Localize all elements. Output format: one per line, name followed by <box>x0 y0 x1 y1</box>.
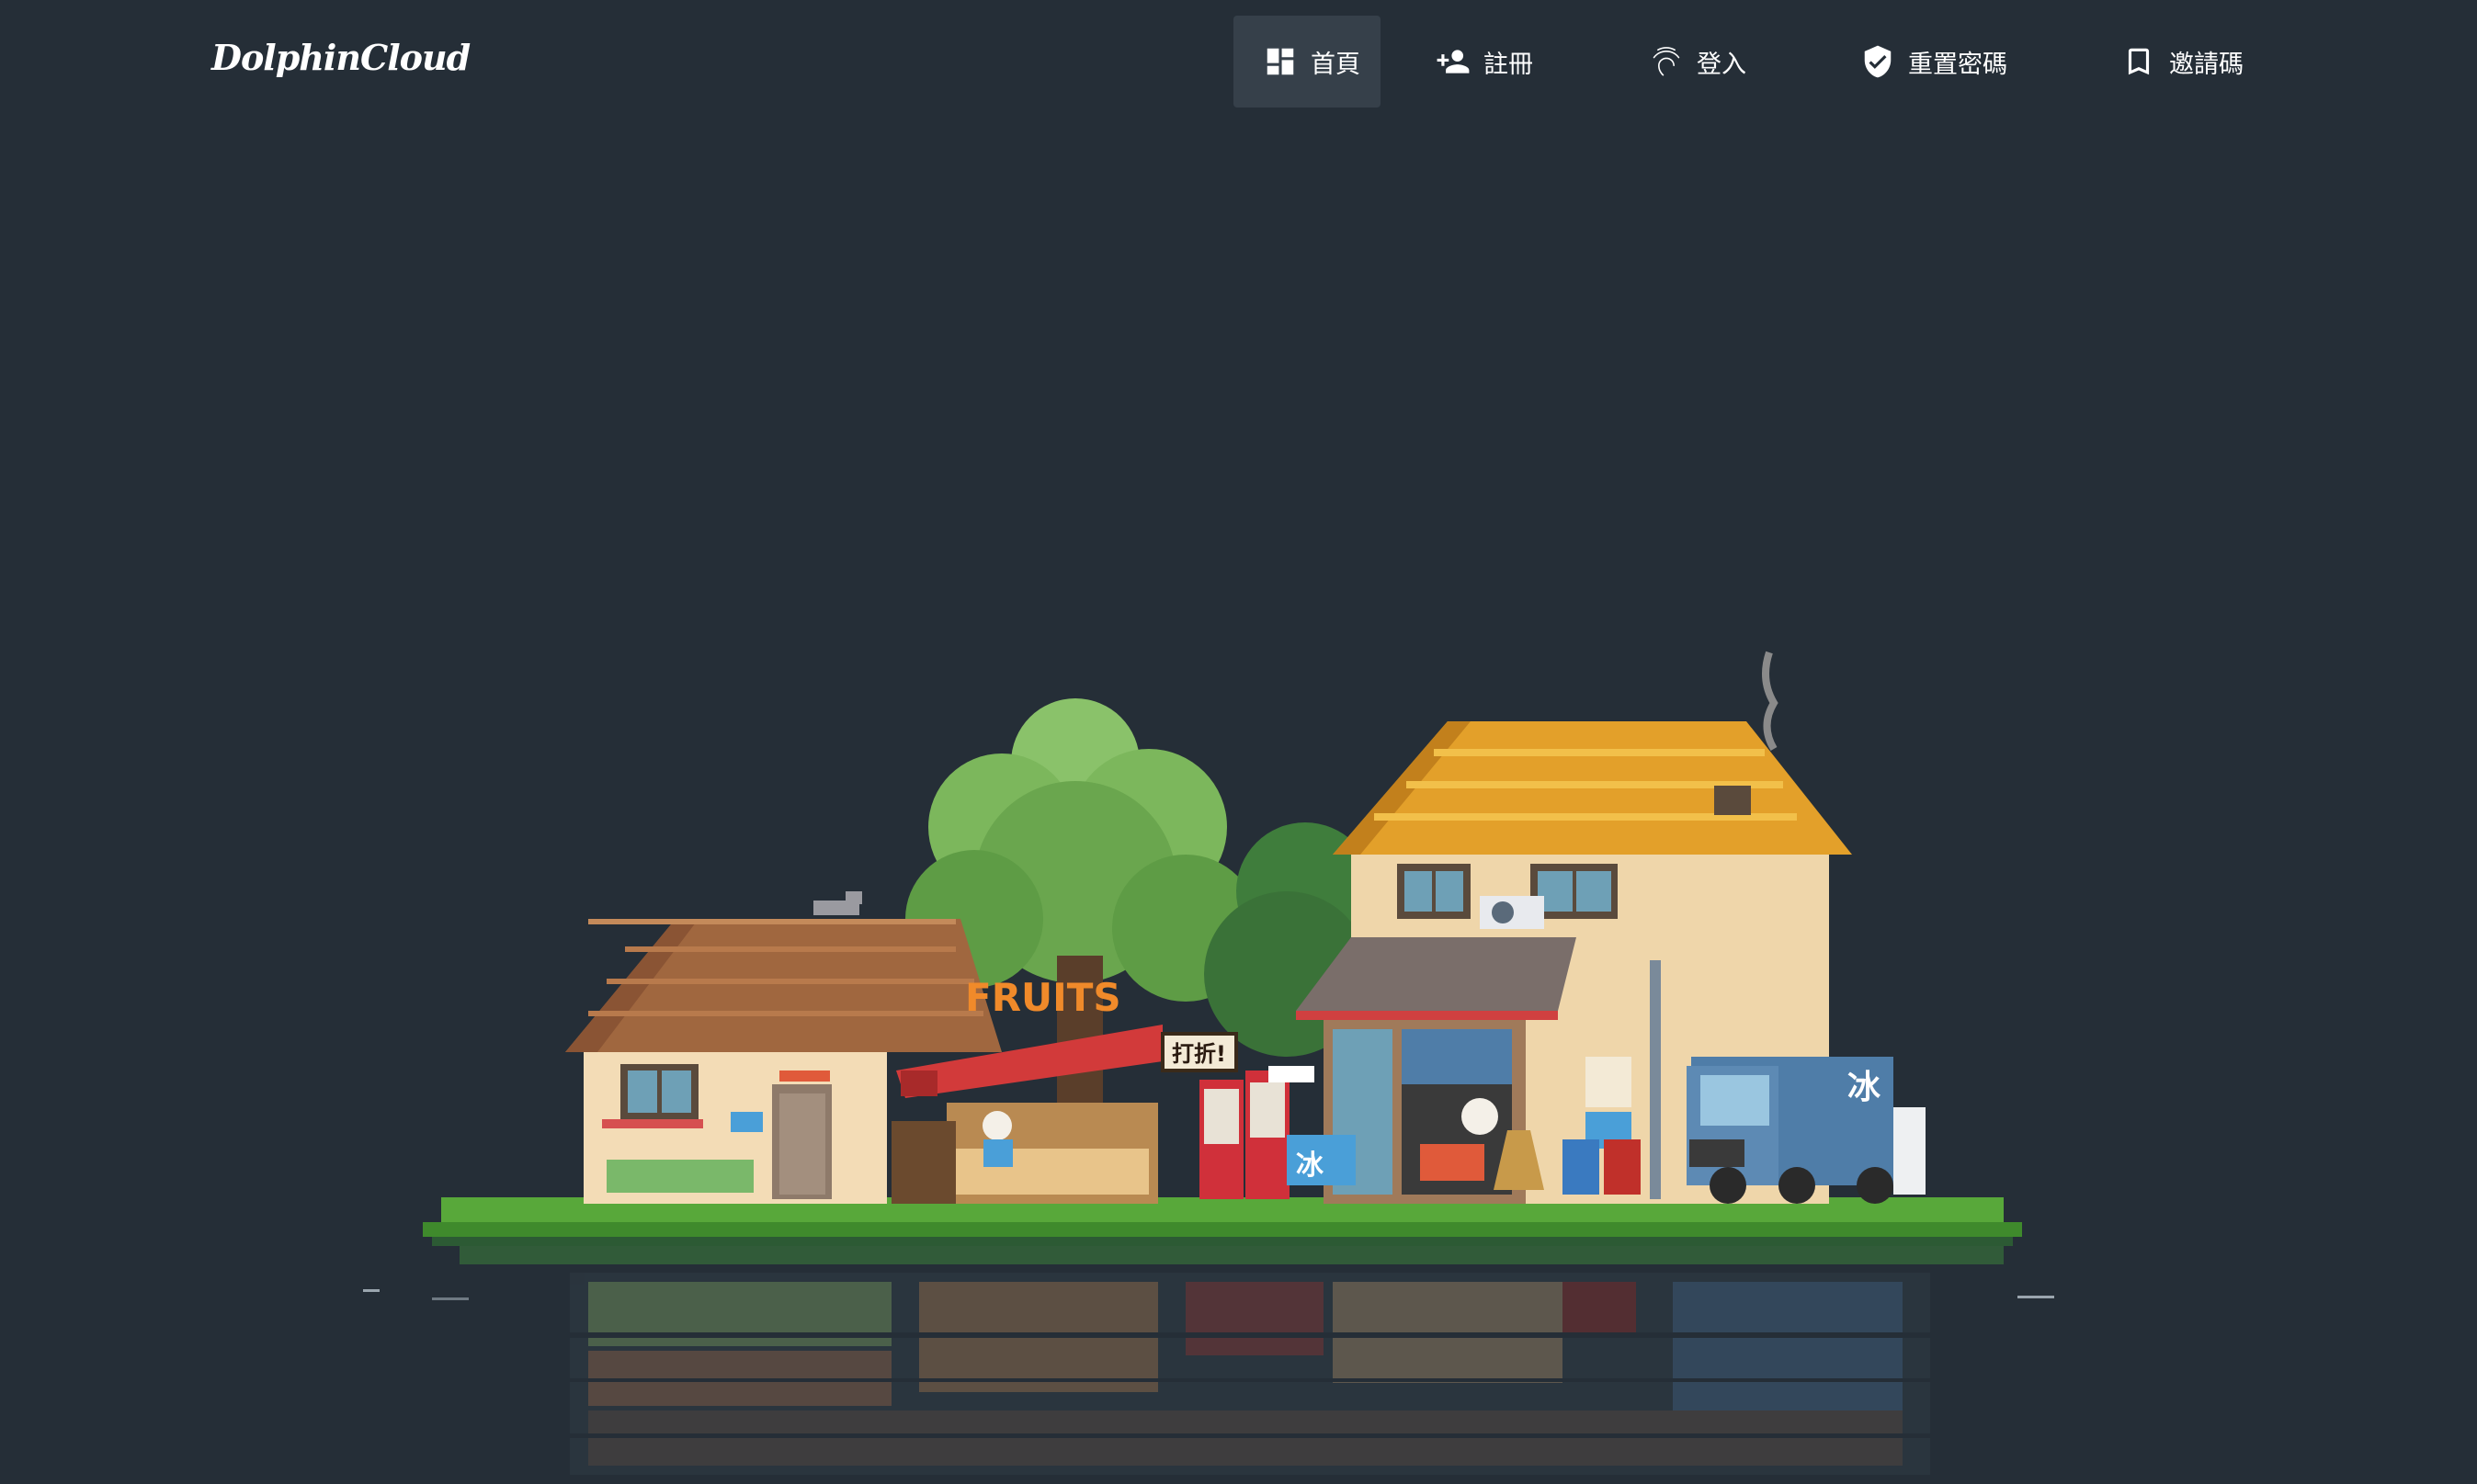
bookmark-icon <box>2121 44 2156 79</box>
nav-item-reset-password[interactable]: 重置密碼 <box>1860 16 2007 108</box>
nav-item-invite-code-label: 邀請碼 <box>2169 50 2244 79</box>
fruits-sign: FRUITS <box>965 975 1121 1020</box>
pixel-town-illustration: FRUITS 打折! 冰 冰 <box>363 651 2054 1475</box>
nav-item-home-label: 首頁 <box>1311 50 1360 79</box>
logo[interactable]: DolphinCloud <box>211 37 471 78</box>
top-navigation-bar: DolphinCloud 首頁 註冊 登入 重置密碼 邀請碼 <box>0 0 2477 123</box>
main-nav: 首頁 註冊 登入 重置密碼 邀請碼 <box>1233 16 2244 152</box>
person-add-icon <box>1436 44 1471 79</box>
nav-item-reset-password-label: 重置密碼 <box>1908 50 2007 79</box>
shield-check-icon <box>1860 44 1895 79</box>
nav-item-login-label: 登入 <box>1697 50 1746 79</box>
nav-item-register[interactable]: 註冊 <box>1436 16 1533 108</box>
nav-item-invite-code[interactable]: 邀請碼 <box>2121 16 2244 108</box>
dashboard-icon <box>1263 44 1298 79</box>
ice-label: 冰 <box>1296 1150 1324 1182</box>
nav-item-login[interactable]: 登入 <box>1649 16 1746 108</box>
discount-sign: 打折! <box>1172 1041 1226 1067</box>
page: FRUITS 打折! 冰 冰 DolphinCloud 首頁 註冊 登入 重置密… <box>0 0 2477 1484</box>
fingerprint-icon <box>1649 44 1684 79</box>
nav-item-home[interactable]: 首頁 <box>1233 16 1381 108</box>
nav-item-register-label: 註冊 <box>1483 50 1533 79</box>
truck-label: 冰 <box>1847 1069 1881 1106</box>
